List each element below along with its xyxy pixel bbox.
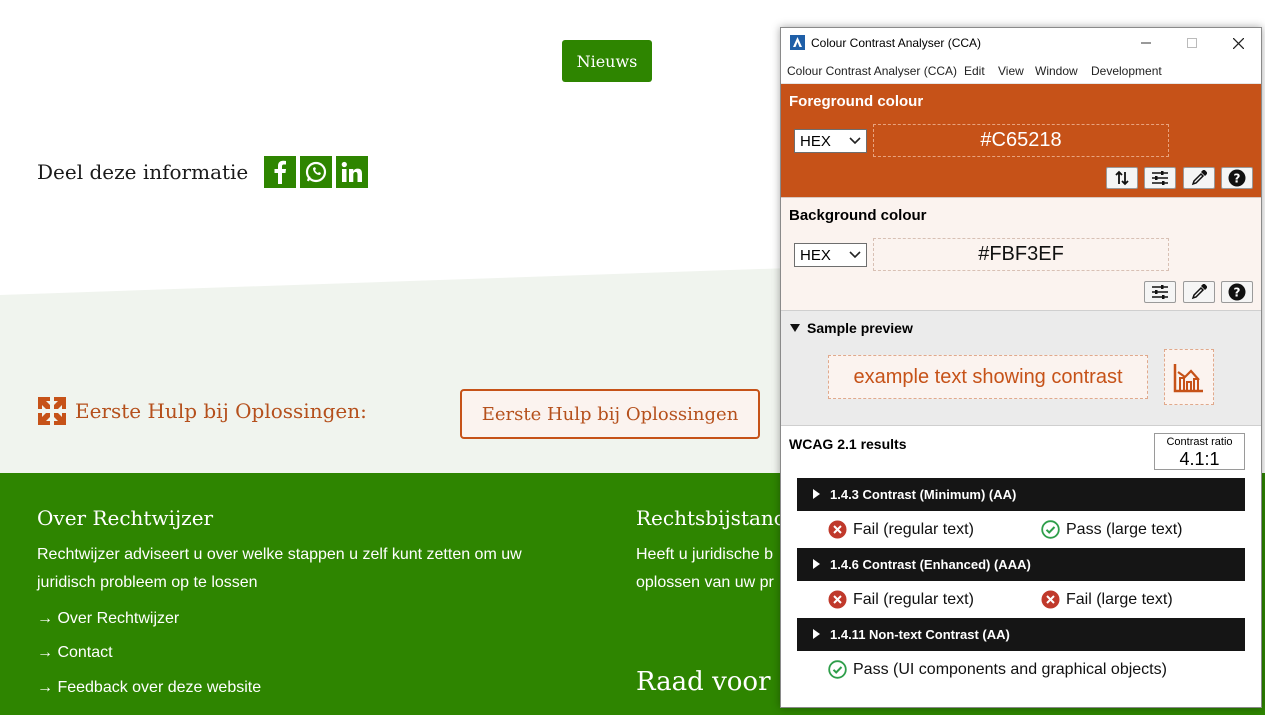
sliders-icon bbox=[1152, 285, 1168, 299]
title-bar[interactable]: Colour Contrast Analyser (CCA) bbox=[781, 28, 1261, 58]
triangle-right-icon bbox=[813, 559, 820, 569]
help-icon: ? bbox=[1228, 283, 1246, 301]
criterion-label: 1.4.3 Contrast (Minimum) (AA) bbox=[830, 487, 1017, 502]
footer-text-rechtsbijstand-2: oplossen van uw pr bbox=[636, 574, 774, 591]
maximize-icon[interactable] bbox=[1169, 28, 1215, 58]
footer-title-over: Over Rechtwijzer bbox=[37, 506, 214, 530]
triangle-right-icon bbox=[813, 629, 820, 639]
footer-text-over: Rechtwijzer adviseert u over welke stapp… bbox=[37, 546, 522, 591]
background-title: Background colour bbox=[789, 207, 927, 224]
background-help-button[interactable]: ? bbox=[1221, 281, 1253, 303]
criterion-1-4-6[interactable]: 1.4.6 Contrast (Enhanced) (AAA) bbox=[797, 548, 1245, 581]
background-adjust-button[interactable] bbox=[1144, 281, 1176, 303]
criterion-1-4-3[interactable]: 1.4.3 Contrast (Minimum) (AA) bbox=[797, 478, 1245, 511]
result-1-4-3-large: Pass (large text) bbox=[1041, 520, 1182, 539]
menu-edit[interactable]: Edit bbox=[964, 64, 985, 78]
swap-icon bbox=[1115, 170, 1129, 186]
contrast-ratio-label: Contrast ratio bbox=[1166, 436, 1233, 448]
result-1-4-6-large: Fail (large text) bbox=[1041, 590, 1173, 609]
foreground-format-select[interactable]: HEX bbox=[794, 129, 867, 153]
raad-logo-text: Raad voor R bbox=[636, 667, 799, 697]
facebook-icon[interactable] bbox=[264, 156, 296, 188]
cca-window: Colour Contrast Analyser (CCA) Colour Co… bbox=[780, 27, 1262, 708]
footer-text-rechtsbijstand-1: Heeft u juridische b bbox=[636, 546, 773, 563]
foreground-adjust-button[interactable] bbox=[1144, 167, 1176, 189]
footer-link-contact[interactable]: → Contact bbox=[37, 644, 113, 662]
footer-link-feedback[interactable]: → Feedback over deze website bbox=[37, 679, 261, 697]
pass-icon bbox=[1041, 520, 1060, 539]
fail-icon bbox=[828, 590, 847, 609]
footer-link-over[interactable]: → Over Rechtwijzer bbox=[37, 610, 179, 628]
triangle-down-icon[interactable] bbox=[790, 324, 800, 332]
contrast-ratio-value: 4.1:1 bbox=[1179, 449, 1220, 469]
sample-preview-section: Sample preview example text showing cont… bbox=[781, 310, 1261, 425]
wcag-results-section: WCAG 2.1 results Contrast ratio 4.1:1 1.… bbox=[781, 425, 1261, 707]
share-label: Deel deze informatie bbox=[37, 160, 249, 184]
background-format-value: HEX bbox=[800, 246, 831, 264]
criterion-label: 1.4.11 Non-text Contrast (AA) bbox=[830, 627, 1010, 642]
linkedin-icon[interactable] bbox=[336, 156, 368, 188]
triangle-right-icon bbox=[813, 489, 820, 499]
sample-preview-text: example text showing contrast bbox=[828, 355, 1148, 399]
svg-text:?: ? bbox=[1234, 172, 1241, 186]
menu-bar: Colour Contrast Analyser (CCA) Edit View… bbox=[781, 58, 1261, 84]
chevron-down-icon bbox=[849, 251, 861, 259]
first-aid-label: Eerste Hulp bij Oplossingen: bbox=[75, 399, 367, 423]
minimize-icon[interactable] bbox=[1123, 28, 1169, 58]
background-format-select[interactable]: HEX bbox=[794, 243, 867, 267]
foreground-hex-input[interactable]: #C65218 bbox=[873, 124, 1169, 157]
whatsapp-icon[interactable] bbox=[300, 156, 332, 188]
wcag-results-title: WCAG 2.1 results bbox=[789, 436, 907, 452]
fail-icon bbox=[1041, 590, 1060, 609]
result-1-4-3-regular: Fail (regular text) bbox=[828, 520, 974, 539]
foreground-section: Foreground colour HEX #C65218 ? bbox=[781, 84, 1261, 197]
foreground-picker-button[interactable] bbox=[1183, 167, 1215, 189]
swap-colours-button[interactable] bbox=[1106, 167, 1138, 189]
nieuws-button[interactable]: Nieuws bbox=[562, 40, 652, 82]
chevron-down-icon bbox=[849, 137, 861, 145]
close-icon[interactable] bbox=[1215, 28, 1261, 58]
first-aid-button[interactable]: Eerste Hulp bij Oplossingen bbox=[460, 389, 760, 439]
background-section: Background colour HEX #FBF3EF ? bbox=[781, 197, 1261, 310]
menu-cca[interactable]: Colour Contrast Analyser (CCA) bbox=[787, 64, 957, 78]
menu-view[interactable]: View bbox=[998, 64, 1024, 78]
app-icon bbox=[790, 35, 805, 50]
menu-development[interactable]: Development bbox=[1091, 64, 1162, 78]
help-icon: ? bbox=[1228, 169, 1246, 187]
foreground-format-value: HEX bbox=[800, 132, 831, 150]
eyedropper-icon bbox=[1191, 170, 1207, 186]
footer-title-rechtsbijstand: Rechtsbijstand bbox=[636, 506, 787, 530]
result-1-4-11-ui: Pass (UI components and graphical object… bbox=[828, 660, 1167, 679]
first-aid-logo-icon bbox=[38, 397, 66, 430]
pass-icon bbox=[828, 660, 847, 679]
background-hex-input[interactable]: #FBF3EF bbox=[873, 238, 1169, 271]
foreground-help-button[interactable]: ? bbox=[1221, 167, 1253, 189]
eyedropper-icon bbox=[1191, 284, 1207, 300]
fail-icon bbox=[828, 520, 847, 539]
sliders-icon bbox=[1152, 171, 1168, 185]
criterion-1-4-11[interactable]: 1.4.11 Non-text Contrast (AA) bbox=[797, 618, 1245, 651]
svg-text:?: ? bbox=[1234, 286, 1241, 300]
chart-preview-icon bbox=[1164, 349, 1214, 405]
result-1-4-6-regular: Fail (regular text) bbox=[828, 590, 974, 609]
foreground-title: Foreground colour bbox=[789, 93, 924, 110]
sample-preview-title[interactable]: Sample preview bbox=[807, 320, 913, 336]
background-picker-button[interactable] bbox=[1183, 281, 1215, 303]
window-title: Colour Contrast Analyser (CCA) bbox=[811, 36, 982, 50]
criterion-label: 1.4.6 Contrast (Enhanced) (AAA) bbox=[830, 557, 1031, 572]
contrast-ratio-box: Contrast ratio 4.1:1 bbox=[1154, 433, 1245, 470]
menu-window[interactable]: Window bbox=[1035, 64, 1078, 78]
